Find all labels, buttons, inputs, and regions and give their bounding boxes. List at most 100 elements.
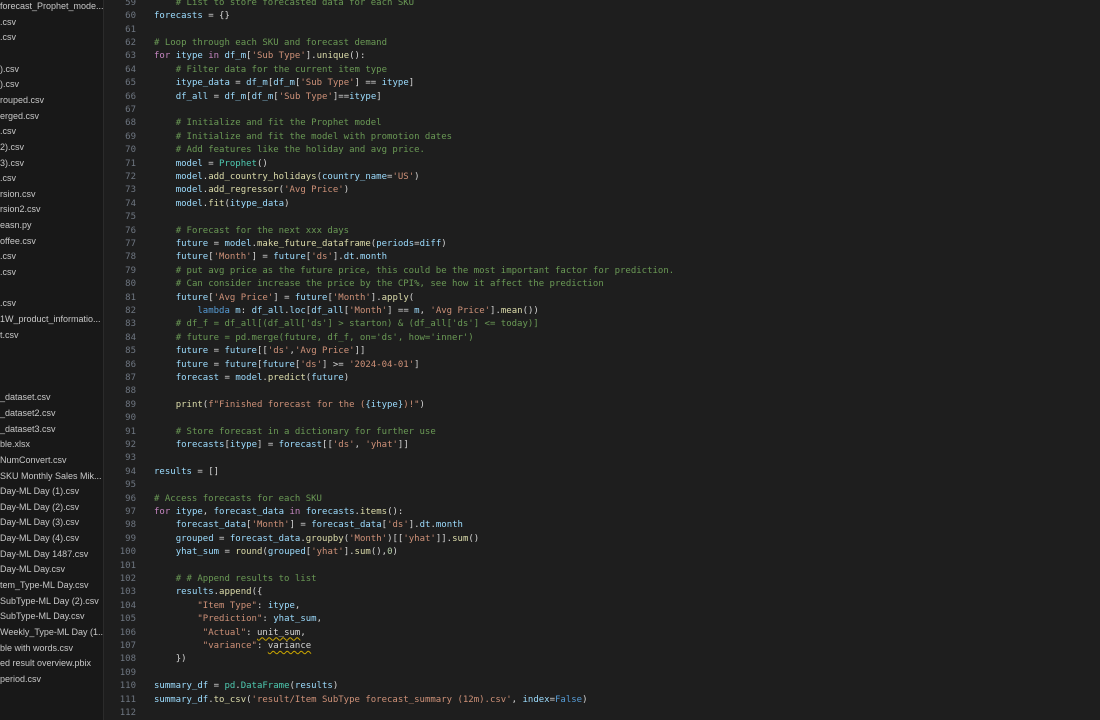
explorer-file-item[interactable]: forecast_Prophet_mode... [0, 0, 103, 14]
code-line[interactable]: "Prediction": yhat_sum, [154, 613, 322, 626]
explorer-file-item[interactable]: Day-ML Day.csv [0, 562, 103, 577]
code-line[interactable]: # Can consider increase the price by the… [154, 278, 604, 291]
code-line[interactable]: # df_f = df_all[(df_all['ds'] > starton)… [154, 318, 539, 331]
code-line[interactable]: summary_df = pd.DataFrame(results) [154, 680, 338, 693]
code-line[interactable]: # Access forecasts for each SKU [154, 493, 322, 506]
explorer-file-item[interactable]: 1W_product_informatio... [0, 312, 103, 327]
explorer-file-item[interactable]: Day-ML Day (4).csv [0, 531, 103, 546]
line-number: 106 [119, 627, 136, 638]
explorer-file-item[interactable]: .csv [0, 124, 103, 139]
explorer-file-item[interactable]: Day-ML Day (3).csv [0, 515, 103, 530]
explorer-file-item[interactable]: 3).csv [0, 156, 103, 171]
line-number: 86 [125, 359, 136, 370]
code-line[interactable]: df_all = df_m[df_m['Sub Type']==itype] [154, 91, 382, 104]
code-token: sum [354, 547, 371, 558]
explorer-file-item[interactable]: .csv [0, 249, 103, 264]
code-line[interactable]: future = model.make_future_dataframe(per… [154, 238, 447, 251]
explorer-file-item[interactable]: _dataset3.csv [0, 422, 103, 437]
explorer-file-item[interactable]: 2).csv [0, 140, 103, 155]
line-number: 89 [125, 399, 136, 410]
code-line[interactable]: # put avg price as the future price, thi… [154, 265, 675, 278]
explorer-file-item[interactable]: Day-ML Day 1487.csv [0, 547, 103, 562]
explorer-file-item[interactable]: ).csv [0, 77, 103, 92]
explorer-file-item[interactable]: _dataset2.csv [0, 406, 103, 421]
code-line[interactable]: results = [] [154, 466, 219, 479]
explorer-file-item[interactable]: ).csv [0, 62, 103, 77]
explorer-file-item[interactable]: period.csv [0, 672, 103, 687]
code-line[interactable]: future['Avg Price'] = future['Month'].ap… [154, 292, 414, 305]
explorer-file-item[interactable]: rouped.csv [0, 93, 103, 108]
explorer-file-item[interactable]: ble with words.csv [0, 641, 103, 656]
code-line[interactable]: model.add_regressor('Avg Price') [154, 184, 349, 197]
code-line[interactable]: model = Prophet() [154, 158, 268, 171]
code-token: 'Month' [332, 292, 371, 303]
code-line[interactable]: forecasts = {} [154, 10, 230, 23]
explorer-file-item[interactable]: ed result overview.pbix [0, 656, 103, 671]
explorer-file-item[interactable] [0, 281, 103, 296]
explorer-file-item[interactable]: erged.csv [0, 109, 103, 124]
code-line[interactable]: "Actual": unit_sum, [154, 627, 306, 640]
explorer-file-item[interactable]: SubType-ML Day.csv [0, 609, 103, 624]
code-line[interactable]: model.fit(itype_data) [154, 198, 290, 211]
code-line[interactable]: future = future[future['ds'] >= '2024-04… [154, 359, 420, 372]
explorer-file-item[interactable]: Day-ML Day (1).csv [0, 484, 103, 499]
code-token: : [256, 600, 268, 611]
explorer-file-item[interactable]: ble.xlsx [0, 437, 103, 452]
explorer-file-item[interactable]: easn.py [0, 218, 103, 233]
code-token: ) [414, 171, 420, 182]
code-line[interactable]: # # Append results to list [154, 573, 317, 586]
code-line[interactable]: future['Month'] = future['ds'].dt.month [154, 251, 387, 264]
explorer-file-item[interactable]: .csv [0, 30, 103, 45]
explorer-file-item[interactable] [0, 359, 103, 374]
explorer-file-item[interactable]: .csv [0, 296, 103, 311]
explorer-file-item[interactable]: t.csv [0, 328, 103, 343]
explorer-file-item[interactable]: SKU Monthly Sales Mik... [0, 469, 103, 484]
code-line[interactable]: # Initialize and fit the model with prom… [154, 131, 452, 144]
code-line[interactable]: forecast = model.predict(future) [154, 372, 349, 385]
explorer-file-item[interactable]: rsion.csv [0, 187, 103, 202]
code-line[interactable]: # future = pd.merge(future, df_f, on='ds… [154, 332, 474, 345]
code-line[interactable]: future = future[['ds','Avg Price']] [154, 345, 366, 358]
code-line[interactable]: forecast_data['Month'] = forecast_data['… [154, 519, 463, 532]
explorer-file-item[interactable]: Day-ML Day (2).csv [0, 500, 103, 515]
code-line[interactable]: # Forecast for the next xxx days [154, 225, 349, 238]
explorer-file-item[interactable]: SubType-ML Day (2).csv [0, 594, 103, 609]
explorer-file-item[interactable]: tem_Type-ML Day.csv [0, 578, 103, 593]
explorer-file-item[interactable]: Weekly_Type-ML Day (1... [0, 625, 103, 640]
explorer-file-item[interactable] [0, 46, 103, 61]
explorer-file-item[interactable]: rsion2.csv [0, 202, 103, 217]
code-line[interactable]: summary_df.to_csv('result/Item SubType f… [154, 694, 588, 707]
code-line[interactable]: lambda m: df_all.loc[df_all['Month'] == … [154, 305, 538, 318]
code-line[interactable]: results.append({ [154, 586, 263, 599]
code-line[interactable]: itype_data = df_m[df_m['Sub Type'] == it… [154, 77, 414, 90]
code-line[interactable]: forecasts[itype] = forecast[['ds', 'yhat… [154, 439, 409, 452]
code-token: results [154, 466, 192, 477]
explorer-file-item[interactable]: .csv [0, 171, 103, 186]
code-line[interactable]: for itype, forecast_data in forecasts.it… [154, 506, 403, 519]
code-line[interactable]: "variance": variance [154, 640, 311, 653]
explorer-file-item[interactable]: .csv [0, 15, 103, 30]
line-number: 71 [125, 158, 136, 169]
code-line[interactable]: # List to store forecasted data for each… [154, 0, 414, 10]
explorer-file-item[interactable]: NumConvert.csv [0, 453, 103, 468]
code-editor[interactable]: # List to store forecasted data for each… [138, 0, 1100, 720]
code-line[interactable]: yhat_sum = round(grouped['yhat'].sum(),0… [154, 546, 398, 559]
code-line[interactable]: grouped = forecast_data.groupby('Month')… [154, 533, 480, 546]
code-line[interactable]: # Loop through each SKU and forecast dem… [154, 37, 387, 50]
explorer-file-item[interactable]: _dataset.csv [0, 390, 103, 405]
explorer-file-item[interactable] [0, 343, 103, 358]
explorer-file-item[interactable]: offee.csv [0, 234, 103, 249]
code-line[interactable]: # Filter data for the current item type [154, 64, 387, 77]
code-token: ) [392, 547, 398, 558]
code-line[interactable]: # Store forecast in a dictionary for fur… [154, 426, 436, 439]
code-line[interactable]: # Add features like the holiday and avg … [154, 144, 425, 157]
code-token: summary_df [154, 681, 209, 692]
code-line[interactable]: model.add_country_holidays(country_name=… [154, 171, 420, 184]
code-line[interactable]: # Initialize and fit the Prophet model [154, 117, 382, 130]
code-line[interactable]: print(f"Finished forecast for the ({ityp… [154, 399, 425, 412]
code-line[interactable]: }) [154, 653, 187, 666]
code-line[interactable]: "Item Type": itype, [154, 600, 300, 613]
code-line[interactable]: for itype in df_m['Sub Type'].unique(): [154, 50, 365, 63]
explorer-file-item[interactable]: .csv [0, 265, 103, 280]
explorer-file-item[interactable] [0, 375, 103, 390]
